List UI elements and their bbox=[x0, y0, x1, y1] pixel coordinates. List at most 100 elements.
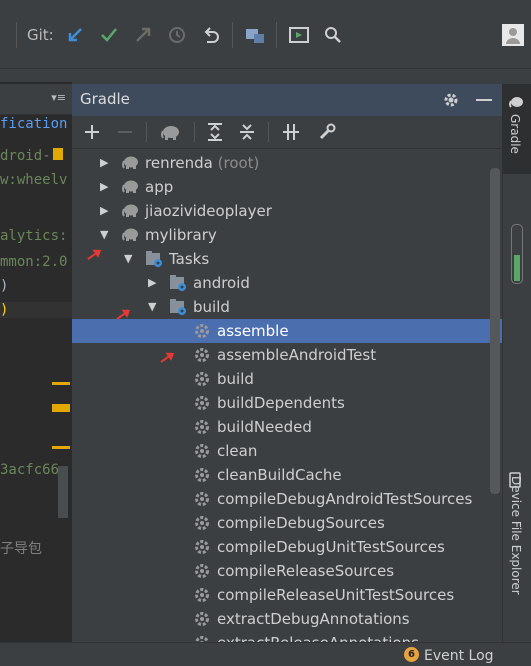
collapse-arrow-icon[interactable]: ▼ bbox=[148, 300, 156, 313]
git-push-icon[interactable] bbox=[132, 24, 154, 46]
tree-row[interactable]: compileDebugUnitTestSources bbox=[72, 535, 502, 559]
expand-arrow-icon[interactable]: ▶ bbox=[148, 276, 156, 289]
elephant-icon bbox=[121, 202, 139, 220]
tree-row[interactable]: compileDebugAndroidTestSources bbox=[72, 487, 502, 511]
tree-scrollbar[interactable] bbox=[490, 168, 500, 494]
status-bar: 6 Event Log bbox=[0, 642, 531, 666]
tree-row[interactable]: compileDebugSources bbox=[72, 511, 502, 535]
expand-all-icon[interactable] bbox=[206, 123, 224, 145]
collapse-arrow-icon[interactable]: ▼ bbox=[100, 228, 108, 241]
tree-row[interactable]: ▼ Tasks bbox=[72, 247, 502, 271]
expand-arrow-icon[interactable]: ▶ bbox=[100, 180, 108, 193]
tree-row[interactable]: buildNeeded bbox=[72, 415, 502, 439]
tree-row-label: extractReleaseAnnotations bbox=[217, 634, 419, 642]
search-icon[interactable] bbox=[322, 24, 344, 46]
tree-row-name: build bbox=[193, 298, 230, 316]
memory-indicator bbox=[511, 224, 523, 284]
add-icon[interactable] bbox=[84, 124, 100, 144]
history-icon[interactable] bbox=[166, 24, 188, 46]
tree-row-name: extractDebugAnnotations bbox=[217, 610, 410, 628]
wrench-icon[interactable] bbox=[318, 123, 336, 145]
tree-row-name: assemble bbox=[217, 322, 289, 340]
tree-row[interactable]: ▶ app bbox=[72, 175, 502, 199]
tree-row[interactable]: compileReleaseSources bbox=[72, 559, 502, 583]
gear-icon bbox=[193, 370, 211, 388]
toolbar-separator bbox=[268, 122, 269, 142]
elephant-execute-icon[interactable] bbox=[160, 123, 180, 145]
toolbar-separator bbox=[232, 22, 233, 48]
gradle-tab-label: Gradle bbox=[508, 114, 522, 154]
tree-row[interactable]: compileReleaseUnitTestSources bbox=[72, 583, 502, 607]
gear-icon bbox=[193, 346, 211, 364]
code-line: mmon:2.0 bbox=[0, 254, 68, 270]
tree-row-name: assembleAndroidTest bbox=[217, 346, 377, 364]
folder-gear-icon bbox=[169, 274, 187, 292]
tree-row[interactable]: build bbox=[72, 367, 502, 391]
gear-icon bbox=[193, 490, 211, 508]
tree-row[interactable]: clean bbox=[72, 439, 502, 463]
gradle-side-tab[interactable]: Gradle bbox=[502, 84, 531, 174]
collapse-all-icon[interactable] bbox=[238, 123, 256, 145]
settings-gear-icon[interactable] bbox=[442, 91, 460, 113]
main-toolbar: Git: bbox=[0, 0, 531, 69]
tree-row[interactable]: ▼ mylibrary bbox=[72, 223, 502, 247]
tree-row[interactable]: cleanBuildCache bbox=[72, 463, 502, 487]
tree-row[interactable]: extractReleaseAnnotations bbox=[72, 631, 502, 642]
terminal-icon[interactable] bbox=[288, 24, 310, 46]
code-line: alytics: bbox=[0, 228, 68, 244]
tree-row[interactable]: extractDebugAnnotations bbox=[72, 607, 502, 631]
gear-icon bbox=[193, 322, 211, 340]
project-structure-icon[interactable] bbox=[244, 24, 266, 46]
gear-icon bbox=[193, 634, 211, 642]
tree-row-label: compileDebugUnitTestSources bbox=[217, 538, 445, 556]
expand-arrow-icon[interactable]: ▶ bbox=[100, 156, 108, 169]
code-editor[interactable]: fication droid- w:wheelv alytics: mmon:2… bbox=[0, 82, 72, 642]
tree-row-name: Tasks bbox=[169, 250, 210, 268]
tree-row-label: extractDebugAnnotations bbox=[217, 610, 410, 628]
tree-row[interactable]: ▶ android bbox=[72, 271, 502, 295]
device-file-explorer-tab[interactable]: Device File Explorer bbox=[509, 476, 523, 595]
toolbar-separator bbox=[146, 122, 147, 142]
collapse-arrow-icon[interactable]: ▼ bbox=[124, 252, 132, 265]
toolbar-separator bbox=[194, 122, 195, 142]
git-commit-icon[interactable] bbox=[98, 24, 120, 46]
tree-row-name: compileDebugSources bbox=[217, 514, 385, 532]
marker bbox=[52, 404, 70, 412]
marker bbox=[52, 382, 70, 385]
tree-row-label: renrenda (root) bbox=[145, 154, 259, 172]
hide-panel-icon[interactable] bbox=[476, 99, 492, 101]
tree-row-suffix: (root) bbox=[212, 154, 260, 172]
event-log-button[interactable]: Event Log bbox=[424, 648, 494, 664]
rollback-icon[interactable] bbox=[200, 24, 222, 46]
tree-row-name: cleanBuildCache bbox=[217, 466, 342, 484]
elephant-icon bbox=[121, 154, 139, 172]
tree-row-label: build bbox=[193, 298, 230, 316]
editor-tab-bar[interactable]: ▾≡ bbox=[0, 84, 72, 115]
gear-icon bbox=[193, 538, 211, 556]
expand-arrow-icon[interactable]: ▶ bbox=[100, 204, 108, 217]
tree-row[interactable]: assemble bbox=[72, 319, 502, 343]
tree-row[interactable]: ▶ jiaozivideoplayer bbox=[72, 199, 502, 223]
editor-scroll-thumb[interactable] bbox=[58, 466, 68, 518]
remove-icon[interactable] bbox=[118, 131, 132, 133]
tab-list-menu[interactable]: ▾≡ bbox=[51, 91, 66, 104]
tree-row[interactable]: ▼ build bbox=[72, 295, 502, 319]
tree-row-label: buildNeeded bbox=[217, 418, 312, 436]
tree-row[interactable]: ▶ renrenda (root) bbox=[72, 151, 502, 175]
toggle-offline-icon[interactable] bbox=[282, 123, 300, 145]
gradle-toolbar bbox=[72, 116, 502, 149]
tree-row[interactable]: assembleAndroidTest bbox=[72, 343, 502, 367]
tree-row-label: assembleAndroidTest bbox=[217, 346, 376, 364]
tree-row-label: compileReleaseUnitTestSources bbox=[217, 586, 454, 604]
tree-row-label: cleanBuildCache bbox=[217, 466, 342, 484]
gradle-task-tree[interactable]: ▶ renrenda (root) ▶ app ▶ jiaozivideoplayer ▼ m… bbox=[72, 149, 502, 642]
git-update-icon[interactable] bbox=[64, 24, 86, 46]
user-avatar-icon[interactable] bbox=[502, 24, 524, 46]
tree-row[interactable]: buildDependents bbox=[72, 391, 502, 415]
gear-icon bbox=[193, 418, 211, 436]
gradle-panel-header: Gradle bbox=[72, 84, 502, 116]
tree-row-name: extractReleaseAnnotations bbox=[217, 634, 419, 642]
tree-row-label: clean bbox=[217, 442, 257, 460]
tree-row-name: compileReleaseSources bbox=[217, 562, 395, 580]
gear-icon bbox=[193, 394, 211, 412]
